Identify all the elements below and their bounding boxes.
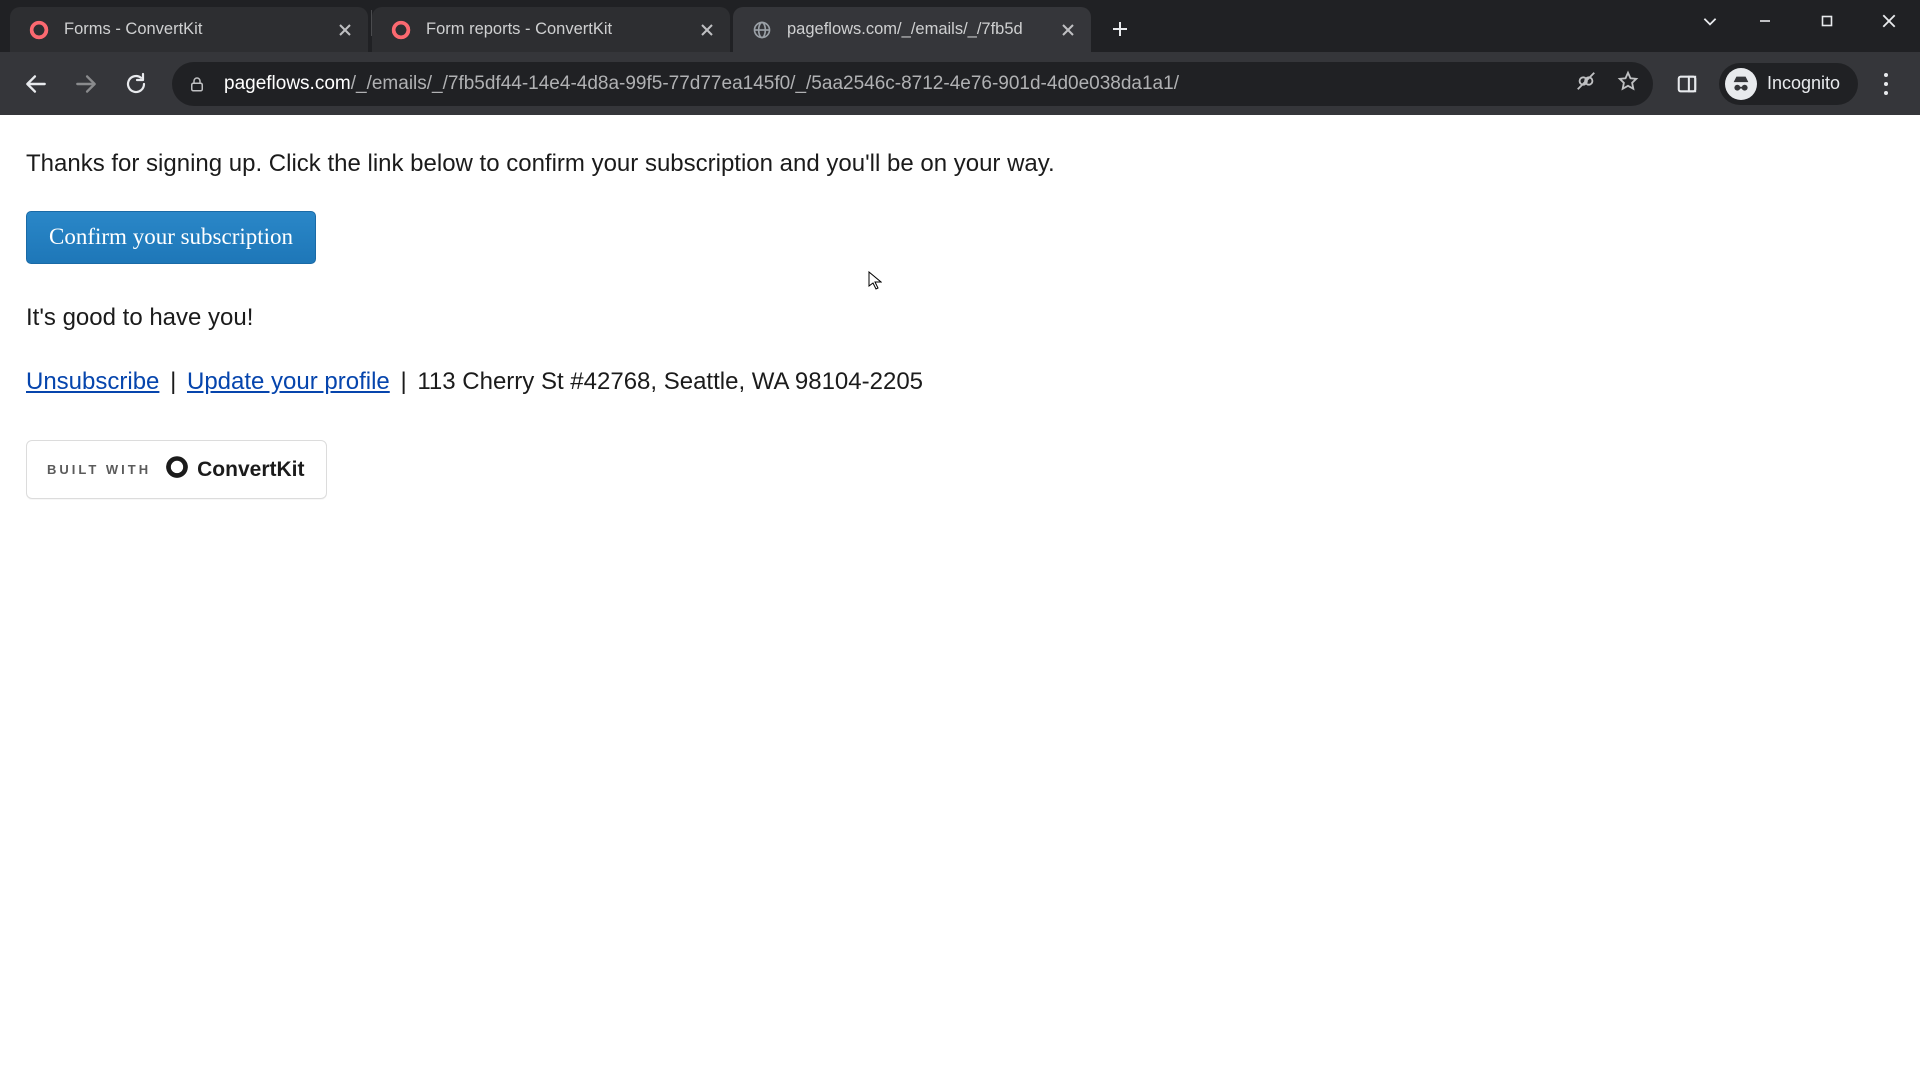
url-path: /_/emails/_/7fb5df44-14e4-4d8a-99f5-77d7… <box>351 73 1179 94</box>
lock-icon[interactable] <box>186 73 208 95</box>
back-button[interactable] <box>14 62 58 106</box>
minimize-button[interactable] <box>1734 0 1796 42</box>
browser-tab[interactable]: Forms - ConvertKit <box>10 7 368 52</box>
incognito-icon <box>1725 68 1757 100</box>
tracking-protection-icon[interactable] <box>1575 70 1597 97</box>
browser-menu-button[interactable] <box>1866 64 1906 104</box>
tab-search-button[interactable] <box>1686 0 1734 42</box>
close-tab-button[interactable] <box>1059 21 1077 39</box>
intro-text: Thanks for signing up. Click the link be… <box>26 147 1894 181</box>
url-host: pageflows.com <box>224 73 351 94</box>
browser-chrome: Forms - ConvertKit Form reports - Conver… <box>0 0 1920 115</box>
mailing-address: 113 Cherry St #42768, Seattle, WA 98104-… <box>417 368 923 395</box>
reload-button[interactable] <box>114 62 158 106</box>
mouse-cursor-icon <box>868 271 883 293</box>
forward-button[interactable] <box>64 62 108 106</box>
browser-tab-active[interactable]: pageflows.com/_/emails/_/7fb5d <box>733 7 1091 52</box>
incognito-label: Incognito <box>1767 73 1840 94</box>
url-text: pageflows.com/_/emails/_/7fb5df44-14e4-4… <box>224 73 1561 95</box>
tab-title: Form reports - ConvertKit <box>426 20 688 39</box>
close-tab-button[interactable] <box>698 21 716 39</box>
built-with-convertkit-badge[interactable]: BUILT WITH ConvertKit <box>26 440 327 499</box>
separator: | <box>400 368 406 395</box>
close-tab-button[interactable] <box>336 21 354 39</box>
side-panel-button[interactable] <box>1667 64 1707 104</box>
tab-title: Forms - ConvertKit <box>64 20 326 39</box>
unsubscribe-link[interactable]: Unsubscribe <box>26 368 159 395</box>
incognito-indicator[interactable]: Incognito <box>1719 63 1858 105</box>
tab-title: pageflows.com/_/emails/_/7fb5d <box>787 20 1049 39</box>
convertkit-favicon-icon <box>28 19 50 41</box>
signoff-text: It's good to have you! <box>26 304 1894 332</box>
window-controls <box>1686 0 1920 42</box>
new-tab-button[interactable] <box>1100 10 1140 48</box>
globe-favicon-icon <box>751 19 773 41</box>
separator: | <box>170 368 176 395</box>
address-bar[interactable]: pageflows.com/_/emails/_/7fb5df44-14e4-4… <box>172 62 1653 106</box>
convertkit-logo-icon <box>165 455 189 484</box>
update-profile-link[interactable]: Update your profile <box>187 368 390 395</box>
badge-brand: ConvertKit <box>197 458 304 482</box>
browser-tab[interactable]: Form reports - ConvertKit <box>372 7 730 52</box>
tab-strip: Forms - ConvertKit Form reports - Conver… <box>0 0 1920 52</box>
convertkit-favicon-icon <box>390 19 412 41</box>
page-viewport: Thanks for signing up. Click the link be… <box>0 115 1920 1080</box>
browser-toolbar: pageflows.com/_/emails/_/7fb5df44-14e4-4… <box>0 52 1920 115</box>
close-window-button[interactable] <box>1858 0 1920 42</box>
bookmark-star-icon[interactable] <box>1617 70 1639 97</box>
badge-prefix: BUILT WITH <box>47 462 151 477</box>
maximize-button[interactable] <box>1796 0 1858 42</box>
confirm-subscription-button[interactable]: Confirm your subscription <box>26 211 316 264</box>
footer-line: Unsubscribe | Update your profile | 113 … <box>26 368 1894 396</box>
